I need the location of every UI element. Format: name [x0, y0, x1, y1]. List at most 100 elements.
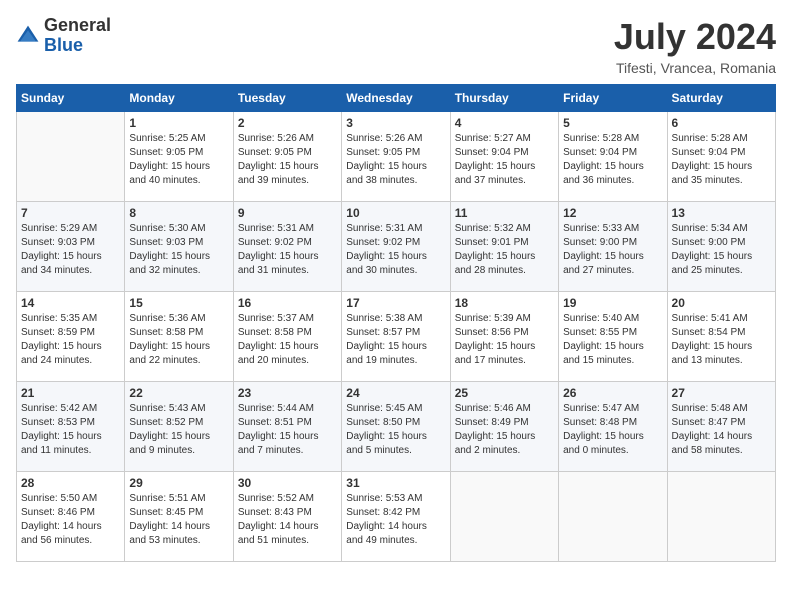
day-number: 21: [21, 386, 120, 400]
cell-info: Sunrise: 5:36 AM Sunset: 8:58 PM Dayligh…: [129, 312, 228, 368]
cell-info: Sunrise: 5:32 AM Sunset: 9:01 PM Dayligh…: [455, 222, 554, 278]
header-thursday: Thursday: [450, 85, 558, 112]
day-number: 5: [563, 116, 662, 130]
week-row-4: 28 Sunrise: 5:50 AM Sunset: 8:46 PM Dayl…: [17, 472, 776, 562]
cell-1-4: 11 Sunrise: 5:32 AM Sunset: 9:01 PM Dayl…: [450, 202, 558, 292]
day-number: 19: [563, 296, 662, 310]
header-saturday: Saturday: [667, 85, 775, 112]
cell-info: Sunrise: 5:27 AM Sunset: 9:04 PM Dayligh…: [455, 132, 554, 188]
sunset-text: Sunset: 9:03 PM: [21, 236, 120, 250]
day-number: 6: [672, 116, 771, 130]
sunrise-text: Sunrise: 5:30 AM: [129, 222, 228, 236]
week-row-1: 7 Sunrise: 5:29 AM Sunset: 9:03 PM Dayli…: [17, 202, 776, 292]
daylight-text: Daylight: 14 hours and 58 minutes.: [672, 430, 771, 458]
cell-info: Sunrise: 5:43 AM Sunset: 8:52 PM Dayligh…: [129, 402, 228, 458]
header-tuesday: Tuesday: [233, 85, 341, 112]
day-number: 26: [563, 386, 662, 400]
day-number: 14: [21, 296, 120, 310]
sunset-text: Sunset: 9:05 PM: [129, 146, 228, 160]
sunrise-text: Sunrise: 5:40 AM: [563, 312, 662, 326]
day-number: 16: [238, 296, 337, 310]
daylight-text: Daylight: 15 hours and 2 minutes.: [455, 430, 554, 458]
logo-icon: [16, 24, 40, 48]
sunrise-text: Sunrise: 5:25 AM: [129, 132, 228, 146]
cell-1-1: 8 Sunrise: 5:30 AM Sunset: 9:03 PM Dayli…: [125, 202, 233, 292]
sunrise-text: Sunrise: 5:33 AM: [563, 222, 662, 236]
logo-blue-text: Blue: [44, 36, 111, 56]
daylight-text: Daylight: 15 hours and 25 minutes.: [672, 250, 771, 278]
cell-3-2: 23 Sunrise: 5:44 AM Sunset: 8:51 PM Dayl…: [233, 382, 341, 472]
sunrise-text: Sunrise: 5:52 AM: [238, 492, 337, 506]
sunrise-text: Sunrise: 5:31 AM: [238, 222, 337, 236]
daylight-text: Daylight: 15 hours and 22 minutes.: [129, 340, 228, 368]
header-sunday: Sunday: [17, 85, 125, 112]
day-number: 28: [21, 476, 120, 490]
day-number: 25: [455, 386, 554, 400]
cell-2-3: 17 Sunrise: 5:38 AM Sunset: 8:57 PM Dayl…: [342, 292, 450, 382]
daylight-text: Daylight: 15 hours and 9 minutes.: [129, 430, 228, 458]
sunrise-text: Sunrise: 5:27 AM: [455, 132, 554, 146]
cell-info: Sunrise: 5:50 AM Sunset: 8:46 PM Dayligh…: [21, 492, 120, 548]
day-number: 13: [672, 206, 771, 220]
cell-info: Sunrise: 5:39 AM Sunset: 8:56 PM Dayligh…: [455, 312, 554, 368]
day-number: 7: [21, 206, 120, 220]
daylight-text: Daylight: 15 hours and 13 minutes.: [672, 340, 771, 368]
cell-2-2: 16 Sunrise: 5:37 AM Sunset: 8:58 PM Dayl…: [233, 292, 341, 382]
daylight-text: Daylight: 15 hours and 27 minutes.: [563, 250, 662, 278]
cell-info: Sunrise: 5:26 AM Sunset: 9:05 PM Dayligh…: [238, 132, 337, 188]
sunset-text: Sunset: 9:01 PM: [455, 236, 554, 250]
sunrise-text: Sunrise: 5:45 AM: [346, 402, 445, 416]
calendar-table: Sunday Monday Tuesday Wednesday Thursday…: [16, 84, 776, 562]
cell-info: Sunrise: 5:46 AM Sunset: 8:49 PM Dayligh…: [455, 402, 554, 458]
sunset-text: Sunset: 8:58 PM: [238, 326, 337, 340]
cell-4-3: 31 Sunrise: 5:53 AM Sunset: 8:42 PM Dayl…: [342, 472, 450, 562]
cell-1-6: 13 Sunrise: 5:34 AM Sunset: 9:00 PM Dayl…: [667, 202, 775, 292]
sunset-text: Sunset: 8:42 PM: [346, 506, 445, 520]
sunrise-text: Sunrise: 5:39 AM: [455, 312, 554, 326]
sunrise-text: Sunrise: 5:46 AM: [455, 402, 554, 416]
logo: General Blue: [16, 16, 111, 56]
cell-4-2: 30 Sunrise: 5:52 AM Sunset: 8:43 PM Dayl…: [233, 472, 341, 562]
cell-3-3: 24 Sunrise: 5:45 AM Sunset: 8:50 PM Dayl…: [342, 382, 450, 472]
cell-4-5: [559, 472, 667, 562]
calendar-body: 1 Sunrise: 5:25 AM Sunset: 9:05 PM Dayli…: [17, 112, 776, 562]
sunset-text: Sunset: 9:03 PM: [129, 236, 228, 250]
day-number: 4: [455, 116, 554, 130]
sunset-text: Sunset: 8:51 PM: [238, 416, 337, 430]
sunrise-text: Sunrise: 5:26 AM: [346, 132, 445, 146]
cell-0-6: 6 Sunrise: 5:28 AM Sunset: 9:04 PM Dayli…: [667, 112, 775, 202]
sunrise-text: Sunrise: 5:31 AM: [346, 222, 445, 236]
cell-info: Sunrise: 5:44 AM Sunset: 8:51 PM Dayligh…: [238, 402, 337, 458]
daylight-text: Daylight: 15 hours and 35 minutes.: [672, 160, 771, 188]
day-number: 27: [672, 386, 771, 400]
header-wednesday: Wednesday: [342, 85, 450, 112]
sunset-text: Sunset: 9:05 PM: [346, 146, 445, 160]
sunrise-text: Sunrise: 5:26 AM: [238, 132, 337, 146]
sunrise-text: Sunrise: 5:36 AM: [129, 312, 228, 326]
week-row-2: 14 Sunrise: 5:35 AM Sunset: 8:59 PM Dayl…: [17, 292, 776, 382]
sunset-text: Sunset: 9:04 PM: [455, 146, 554, 160]
cell-info: Sunrise: 5:52 AM Sunset: 8:43 PM Dayligh…: [238, 492, 337, 548]
sunset-text: Sunset: 8:54 PM: [672, 326, 771, 340]
day-number: 12: [563, 206, 662, 220]
title-area: July 2024 Tifesti, Vrancea, Romania: [614, 16, 776, 76]
cell-4-6: [667, 472, 775, 562]
cell-info: Sunrise: 5:33 AM Sunset: 9:00 PM Dayligh…: [563, 222, 662, 278]
cell-info: Sunrise: 5:51 AM Sunset: 8:45 PM Dayligh…: [129, 492, 228, 548]
sunset-text: Sunset: 8:58 PM: [129, 326, 228, 340]
day-number: 11: [455, 206, 554, 220]
cell-info: Sunrise: 5:40 AM Sunset: 8:55 PM Dayligh…: [563, 312, 662, 368]
daylight-text: Daylight: 14 hours and 53 minutes.: [129, 520, 228, 548]
cell-info: Sunrise: 5:41 AM Sunset: 8:54 PM Dayligh…: [672, 312, 771, 368]
daylight-text: Daylight: 15 hours and 28 minutes.: [455, 250, 554, 278]
sunrise-text: Sunrise: 5:32 AM: [455, 222, 554, 236]
daylight-text: Daylight: 15 hours and 32 minutes.: [129, 250, 228, 278]
day-number: 9: [238, 206, 337, 220]
sunset-text: Sunset: 8:48 PM: [563, 416, 662, 430]
logo-text: General Blue: [44, 16, 111, 56]
day-number: 29: [129, 476, 228, 490]
sunset-text: Sunset: 8:52 PM: [129, 416, 228, 430]
sunset-text: Sunset: 8:59 PM: [21, 326, 120, 340]
day-number: 31: [346, 476, 445, 490]
day-number: 10: [346, 206, 445, 220]
